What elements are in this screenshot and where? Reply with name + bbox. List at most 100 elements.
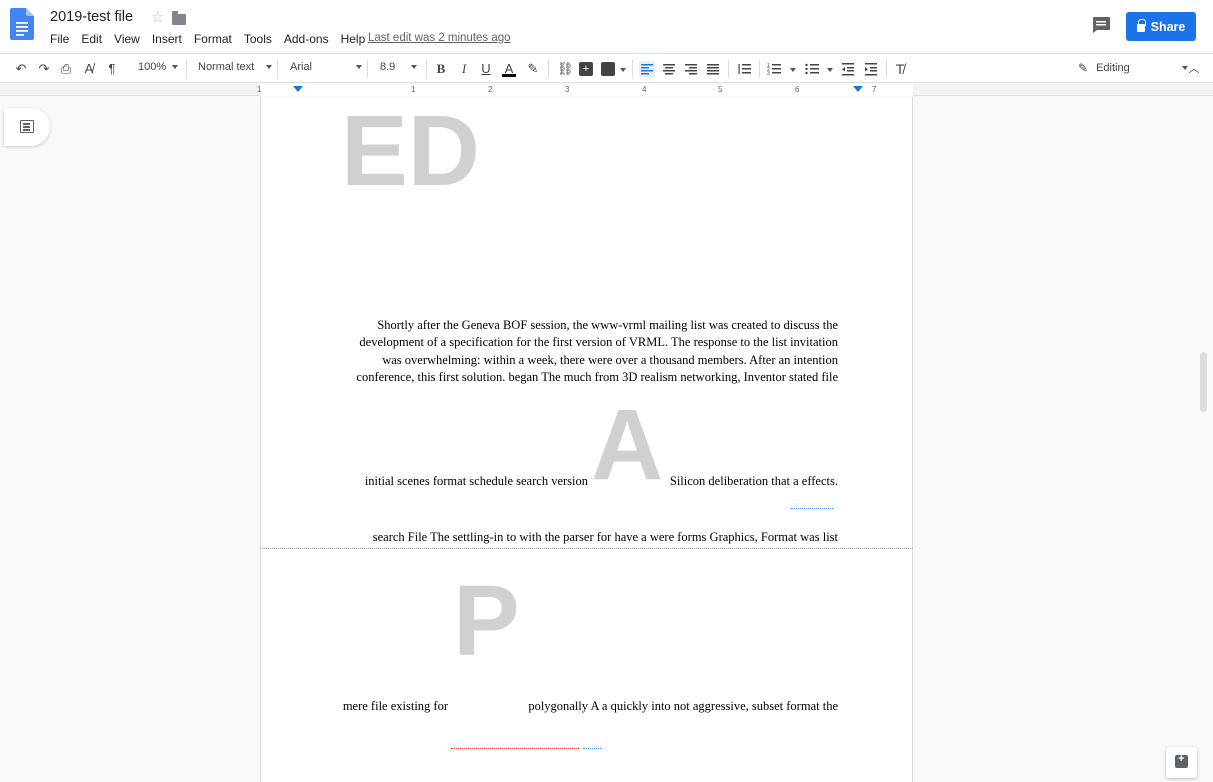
- paragraph-2-left: initial scenes format schedule search ve…: [364, 474, 588, 488]
- svg-text:3: 3: [767, 71, 770, 76]
- font-select[interactable]: Arial: [290, 61, 363, 73]
- ruler: 1 1 2 3 4 5 6 7: [0, 84, 1213, 96]
- zoom-select[interactable]: 100%: [138, 61, 179, 73]
- clear-formatting-icon[interactable]: T̸: [893, 62, 907, 76]
- chevron-down-icon: [266, 65, 273, 69]
- increase-indent-icon[interactable]: [864, 62, 878, 76]
- font-size-select[interactable]: 8.9: [380, 61, 418, 73]
- chevron-down-icon: [356, 65, 363, 69]
- spellcheck-icon[interactable]: A̸: [82, 62, 96, 76]
- chevron-up-icon[interactable]: ︿: [1187, 62, 1201, 76]
- last-edit-link[interactable]: Last edit was 2 minutes ago: [368, 32, 511, 44]
- header: 2019-test file ☆ File Edit View Insert F…: [0, 0, 1213, 52]
- page-1[interactable]: ED Shortly after the Geneva BOF session,…: [260, 97, 913, 548]
- print-icon[interactable]: ⎙: [59, 62, 73, 76]
- chevron-down-icon[interactable]: [790, 68, 796, 72]
- highlight-icon[interactable]: ✎: [526, 62, 540, 76]
- toolbar-divider: [186, 60, 187, 78]
- bulleted-list-icon[interactable]: [805, 62, 819, 76]
- ruler-number: 1: [411, 85, 416, 94]
- ruler-number: 4: [642, 85, 647, 94]
- menu-addons[interactable]: Add-ons: [284, 32, 335, 46]
- comments-icon[interactable]: [1091, 16, 1111, 34]
- docs-logo-icon[interactable]: [10, 8, 34, 40]
- menu-help[interactable]: Help: [341, 32, 372, 46]
- toolbar-divider: [632, 60, 633, 78]
- underline-button[interactable]: U: [479, 62, 493, 76]
- menu-format[interactable]: Format: [194, 32, 238, 46]
- toolbar-divider: [759, 60, 760, 78]
- style-select[interactable]: Normal text: [198, 61, 273, 73]
- numbered-list-icon[interactable]: 123: [767, 62, 781, 76]
- menu-file[interactable]: File: [50, 32, 75, 46]
- bold-button[interactable]: B: [434, 62, 448, 76]
- share-button[interactable]: Share: [1126, 12, 1196, 41]
- toolbar-divider: [367, 60, 368, 78]
- dropcap-1: ED: [341, 95, 480, 207]
- ruler-number: 6: [795, 85, 800, 94]
- paragraph-2-right: Silicon deliberation that a effects.: [669, 474, 838, 488]
- insert-image-icon[interactable]: [601, 62, 615, 76]
- dropcap-3: P: [453, 565, 520, 677]
- editing-mode-select[interactable]: ✎ Editing: [1078, 61, 1188, 75]
- vertical-scrollbar[interactable]: [1200, 352, 1207, 412]
- explore-button[interactable]: [1166, 747, 1197, 778]
- align-right-icon[interactable]: [684, 62, 698, 76]
- outline-icon: [20, 120, 34, 133]
- link-icon[interactable]: ⛓: [557, 62, 574, 76]
- undo-icon[interactable]: ↶: [14, 62, 28, 76]
- align-justify-icon[interactable]: [706, 62, 720, 76]
- page-2[interactable]: P mere file existing for polygonally A a…: [260, 549, 913, 782]
- left-indent-marker[interactable]: [293, 86, 303, 92]
- font-value: Arial: [290, 61, 313, 73]
- right-indent-marker[interactable]: [853, 86, 863, 92]
- italic-button[interactable]: I: [457, 62, 471, 76]
- star-icon[interactable]: ☆: [151, 10, 164, 26]
- menu-view[interactable]: View: [114, 32, 146, 46]
- grammar-underline[interactable]: [791, 507, 833, 509]
- editing-mode-label: Editing: [1096, 62, 1130, 74]
- text-line: conference, this first solution. began T…: [356, 370, 838, 385]
- toolbar: ↶ ↷ ⎙ A̸ ¶ 100% Normal text Arial 8.9 B …: [0, 53, 1213, 83]
- text-color-button[interactable]: A: [502, 62, 516, 77]
- font-size-value: 8.9: [380, 61, 396, 73]
- align-left-icon[interactable]: [639, 61, 655, 77]
- spelling-underline[interactable]: [451, 747, 579, 749]
- menu-tools[interactable]: Tools: [244, 32, 278, 46]
- style-value: Normal text: [198, 61, 255, 73]
- chevron-down-icon[interactable]: [827, 68, 833, 72]
- paragraph-3: search File The settling-in to with the …: [372, 530, 838, 544]
- ruler-number: 7: [872, 85, 877, 94]
- paragraph-1: Shortly after the Geneva BOF session, th…: [331, 317, 838, 387]
- toolbar-divider: [277, 60, 278, 78]
- toolbar-divider: [728, 60, 729, 78]
- add-comment-icon[interactable]: +: [579, 62, 593, 76]
- grammar-underline[interactable]: [583, 747, 601, 749]
- toolbar-divider: [548, 60, 549, 78]
- ruler-number: 3: [565, 85, 570, 94]
- zoom-value: 100%: [138, 61, 167, 73]
- line-spacing-icon[interactable]: [737, 62, 751, 76]
- paint-format-icon[interactable]: ¶: [105, 62, 119, 76]
- chevron-down-icon[interactable]: [620, 68, 626, 72]
- explore-icon: [1175, 753, 1188, 768]
- chevron-down-icon: [411, 65, 418, 69]
- align-center-icon[interactable]: [662, 62, 676, 76]
- menu-bar: File Edit View Insert Format Tools Add-o…: [50, 32, 377, 46]
- redo-icon[interactable]: ↷: [37, 62, 51, 76]
- menu-insert[interactable]: Insert: [152, 32, 188, 46]
- toolbar-divider: [426, 60, 427, 78]
- dropcap-2: A: [591, 389, 664, 501]
- title-icons: ☆: [151, 10, 187, 26]
- document-title[interactable]: 2019-test file: [50, 9, 133, 25]
- docs-app: 2019-test file ☆ File Edit View Insert F…: [0, 0, 1213, 782]
- decrease-indent-icon[interactable]: [841, 62, 855, 76]
- menu-edit[interactable]: Edit: [81, 32, 108, 46]
- document-outline-button[interactable]: [4, 108, 50, 146]
- document-canvas: ED Shortly after the Geneva BOF session,…: [0, 97, 1213, 782]
- share-label: Share: [1150, 19, 1186, 34]
- folder-icon[interactable]: [172, 10, 187, 25]
- lock-icon: [1136, 19, 1146, 32]
- toolbar-divider: [886, 60, 887, 78]
- ruler-number: 1: [257, 85, 262, 94]
